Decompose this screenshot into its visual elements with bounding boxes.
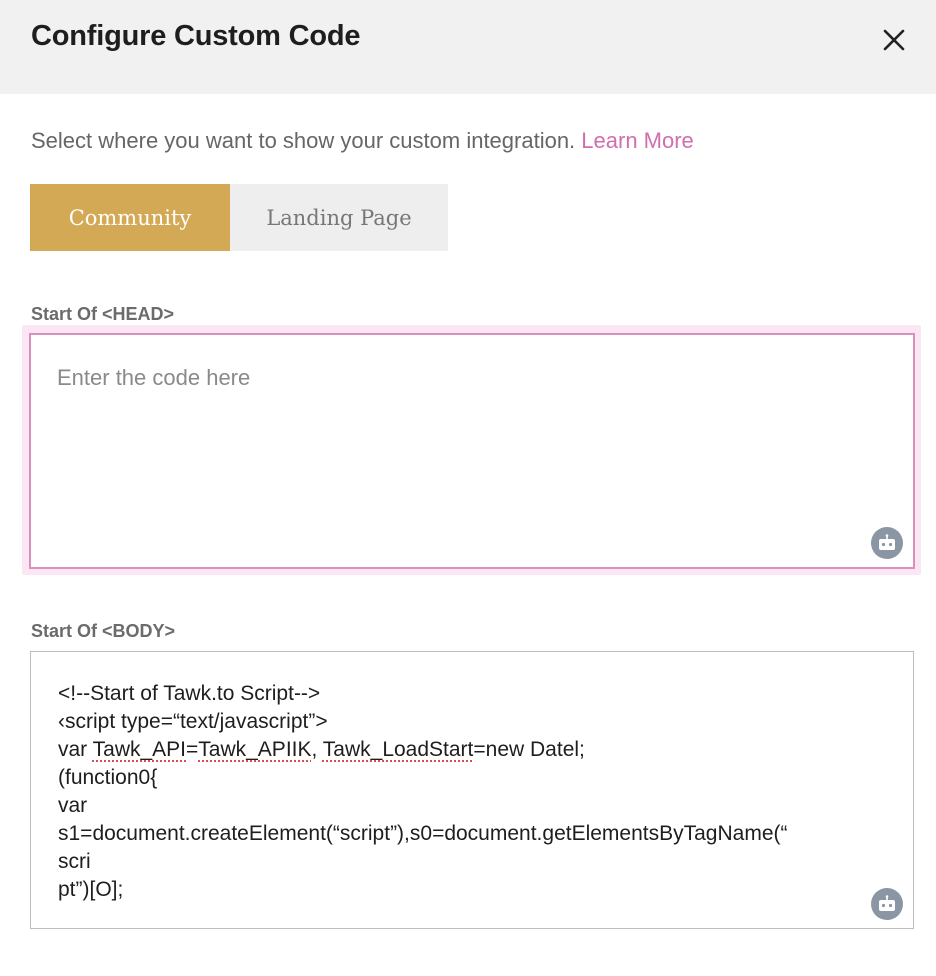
code-token: Tawk_APIIK <box>198 738 312 761</box>
dialog-title: Configure Custom Code <box>31 20 361 52</box>
code-token: <!--Start of Tawk.to Script--> <box>58 682 321 705</box>
code-token: =new Datel; <box>473 738 585 761</box>
intro-text: Select where you want to show your custo… <box>31 128 694 154</box>
code-line: var <box>58 792 898 820</box>
code-token: ‹script type=“text/javascript”> <box>58 710 328 733</box>
body-code-content: <!--Start of Tawk.to Script--> ‹script ty… <box>58 680 898 904</box>
robot-icon <box>879 534 895 550</box>
code-token: s1=document.createElement(“script”),s0=d… <box>58 822 788 845</box>
learn-more-link[interactable]: Learn More <box>581 128 694 153</box>
body-assist-button[interactable] <box>871 888 903 920</box>
code-line: <!--Start of Tawk.to Script--> <box>58 680 898 708</box>
close-button[interactable] <box>876 22 912 58</box>
code-token: Tawk_API <box>92 738 187 761</box>
head-section-label: Start Of <HEAD> <box>31 304 175 324</box>
code-line: scri <box>58 848 898 876</box>
code-token: var <box>58 794 88 817</box>
dialog-header: Configure Custom Code <box>0 0 936 94</box>
body-section-label: Start Of <BODY> <box>31 621 176 641</box>
code-line: ‹script type=“text/javascript”> <box>58 708 898 736</box>
intro-description: Select where you want to show your custo… <box>31 128 582 153</box>
body-code-input[interactable]: <!--Start of Tawk.to Script--> ‹script ty… <box>30 651 914 929</box>
code-line: pt”)[O]; <box>58 876 898 904</box>
head-assist-button[interactable] <box>871 527 903 559</box>
code-token: var <box>58 738 93 761</box>
tab-community[interactable]: Community <box>30 184 230 251</box>
close-icon <box>883 29 905 51</box>
code-line: s1=document.createElement(“script”),s0=d… <box>58 820 898 848</box>
tab-landing-page[interactable]: Landing Page <box>230 184 448 251</box>
code-token: , <box>311 738 323 761</box>
robot-icon <box>879 895 895 911</box>
code-token: pt”)[O]; <box>58 878 124 901</box>
code-line: var Tawk_API=Tawk_APIIK, Tawk_LoadStart=… <box>58 736 898 764</box>
code-line: (function0{ <box>58 764 898 792</box>
head-code-input[interactable]: Enter the code here <box>29 333 915 569</box>
code-token: (function0{ <box>58 766 158 789</box>
code-token: scri <box>58 850 91 873</box>
code-token: = <box>186 738 199 761</box>
code-token: Tawk_LoadStart <box>322 738 474 761</box>
head-code-placeholder: Enter the code here <box>57 365 251 390</box>
